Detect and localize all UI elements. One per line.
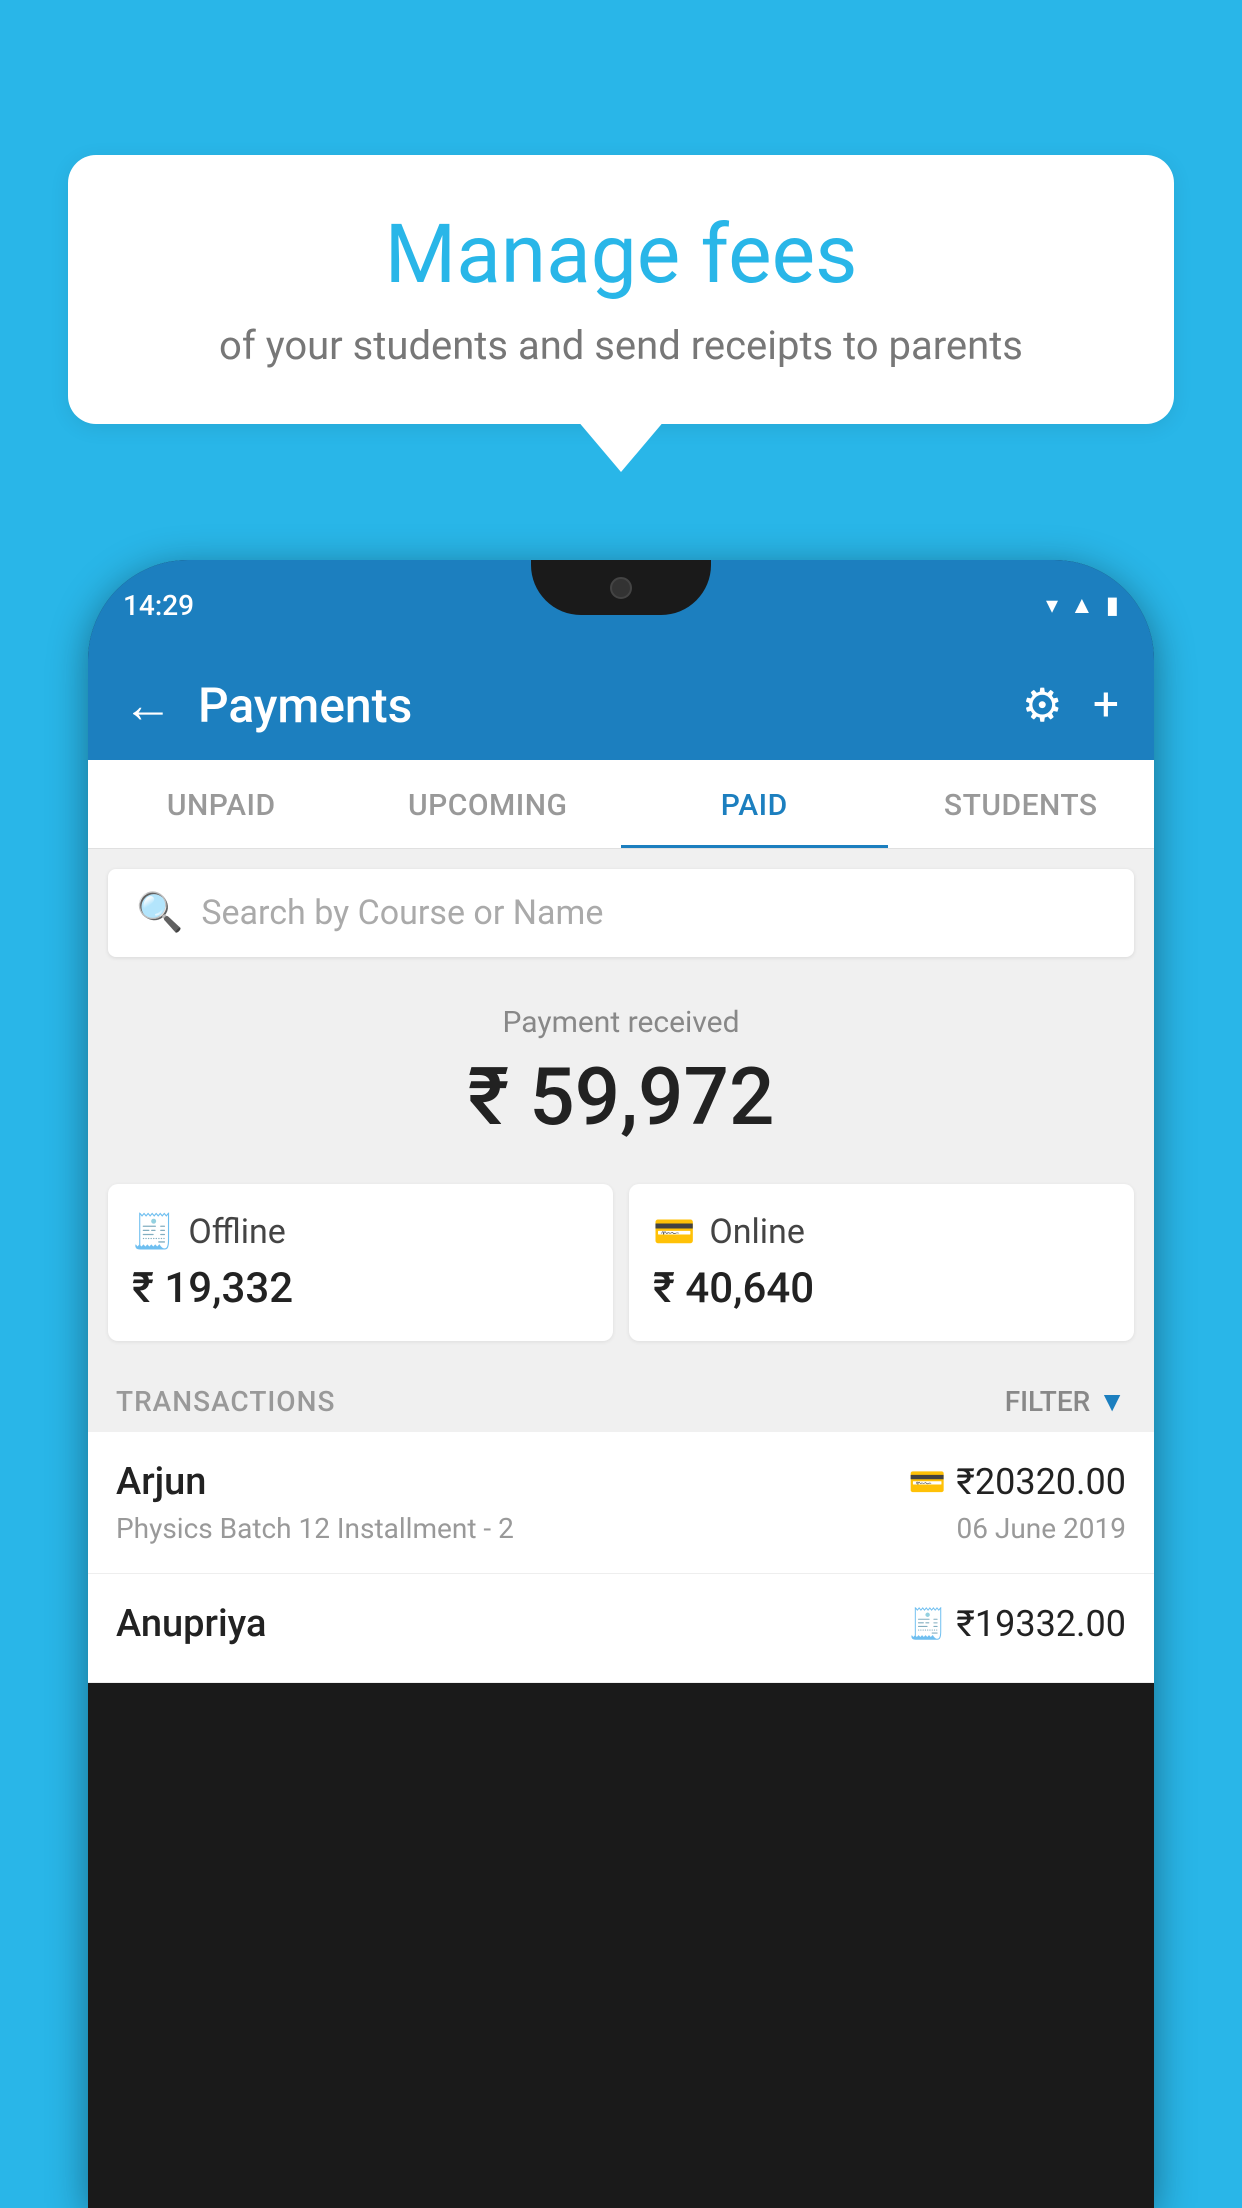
wifi-icon: ▾ [1046, 591, 1058, 619]
payment-summary: Payment received ₹ 59,972 [88, 977, 1154, 1184]
app-header: ← Payments ⚙ + [88, 650, 1154, 760]
status-time: 14:29 [123, 589, 194, 622]
tab-bar: UNPAID UPCOMING PAID STUDENTS [88, 760, 1154, 849]
bubble-subtitle: of your students and send receipts to pa… [108, 322, 1134, 369]
battery-icon: ▮ [1106, 591, 1119, 619]
offline-icon: 🧾 [132, 1212, 174, 1252]
filter-label: FILTER [1005, 1385, 1091, 1418]
tab-unpaid[interactable]: UNPAID [88, 760, 355, 848]
online-card: 💳 Online ₹ 40,640 [629, 1184, 1134, 1341]
search-bar[interactable]: 🔍 Search by Course or Name [108, 869, 1134, 957]
filter-icon: ▼ [1098, 1385, 1126, 1418]
transaction-date: 06 June 2019 [956, 1512, 1126, 1545]
cash-icon: 🧾 [909, 1607, 946, 1642]
online-amount: ₹ 40,640 [653, 1264, 1110, 1313]
filter-button[interactable]: FILTER ▼ [1005, 1385, 1126, 1418]
status-bar: 14:29 ▾ ▲ ▮ [88, 560, 1154, 650]
search-input[interactable]: Search by Course or Name [201, 893, 603, 933]
search-icon: 🔍 [136, 891, 183, 935]
phone-notch [531, 560, 711, 615]
transaction-amount: ₹20320.00 [956, 1461, 1126, 1503]
offline-amount: ₹ 19,332 [132, 1264, 589, 1313]
page-title: Payments [198, 677, 1022, 734]
back-button[interactable]: ← [123, 676, 173, 735]
online-icon: 💳 [653, 1212, 695, 1252]
settings-icon[interactable]: ⚙ [1022, 678, 1063, 733]
tab-paid[interactable]: PAID [621, 760, 888, 848]
phone-frame: 14:29 ▾ ▲ ▮ ← Payments ⚙ + UNPAID UPCOMI… [88, 560, 1154, 2208]
payment-cards: 🧾 Offline ₹ 19,332 💳 Online ₹ 40,640 [88, 1184, 1154, 1363]
transactions-label: TRANSACTIONS [116, 1385, 335, 1418]
tab-students[interactable]: STUDENTS [888, 760, 1155, 848]
total-amount: ₹ 59,972 [108, 1050, 1134, 1144]
transaction-name: Anupriya [116, 1602, 266, 1646]
screen-content: 🔍 Search by Course or Name Payment recei… [88, 849, 1154, 1683]
card-icon: 💳 [909, 1465, 946, 1500]
online-label: Online [709, 1212, 805, 1252]
header-actions: ⚙ + [1022, 678, 1119, 733]
tab-upcoming[interactable]: UPCOMING [355, 760, 622, 848]
transaction-amount-wrap: 💳 ₹20320.00 [909, 1461, 1126, 1503]
add-icon[interactable]: + [1093, 678, 1119, 732]
table-row[interactable]: Anupriya 🧾 ₹19332.00 [88, 1574, 1154, 1683]
status-icons: ▾ ▲ ▮ [1046, 591, 1119, 620]
camera [610, 577, 632, 599]
table-row[interactable]: Arjun 💳 ₹20320.00 Physics Batch 12 Insta… [88, 1432, 1154, 1574]
offline-card: 🧾 Offline ₹ 19,332 [108, 1184, 613, 1341]
payment-received-label: Payment received [108, 1005, 1134, 1040]
speech-bubble: Manage fees of your students and send re… [68, 155, 1174, 424]
transaction-amount-wrap: 🧾 ₹19332.00 [909, 1603, 1126, 1645]
offline-label: Offline [188, 1212, 285, 1252]
transaction-description: Physics Batch 12 Installment - 2 [116, 1512, 514, 1545]
bubble-title: Manage fees [108, 210, 1134, 300]
signal-icon: ▲ [1070, 591, 1094, 620]
transaction-amount: ₹19332.00 [956, 1603, 1126, 1645]
transactions-header: TRANSACTIONS FILTER ▼ [88, 1363, 1154, 1432]
transaction-name: Arjun [116, 1460, 206, 1504]
